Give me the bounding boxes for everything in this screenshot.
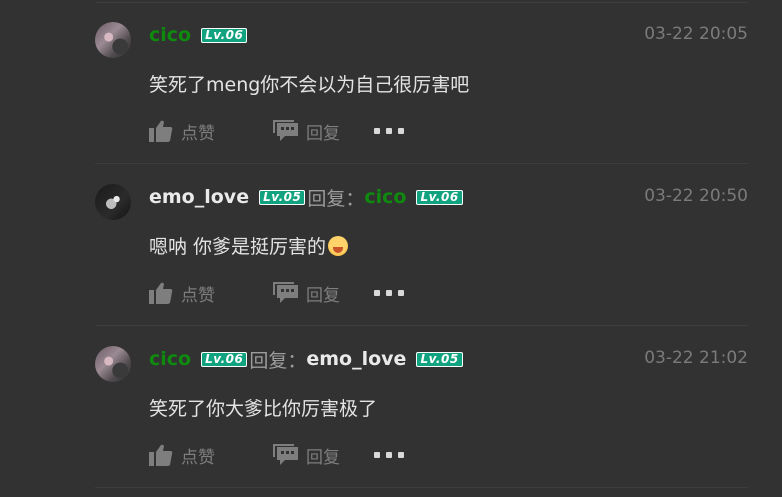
avatar[interactable] bbox=[95, 346, 131, 382]
comment-icon bbox=[273, 120, 298, 141]
like-label: 点赞 bbox=[181, 285, 215, 306]
more-dot bbox=[386, 452, 392, 458]
more-dots-icon[interactable] bbox=[374, 452, 404, 458]
comment-item: emo_love Lv.05 回复： cico Lv.06 03-22 20:5… bbox=[0, 162, 782, 324]
comment-icon bbox=[273, 282, 298, 303]
more-dot bbox=[398, 290, 404, 296]
reply-label: 回复 bbox=[306, 123, 340, 144]
comment-text: 嗯呐 你爹是挺厉害的 bbox=[149, 232, 349, 259]
avatar[interactable] bbox=[95, 22, 131, 58]
comment-text: 笑死了你大爹比你厉害极了 bbox=[149, 398, 378, 420]
reply-button[interactable]: 回复 bbox=[273, 119, 340, 144]
reply-button[interactable]: 回复 bbox=[273, 281, 340, 306]
more-dots-icon[interactable] bbox=[374, 128, 404, 134]
comment-header: emo_love Lv.05 回复： cico Lv.06 bbox=[149, 184, 463, 210]
level-badge: Lv.06 bbox=[201, 351, 248, 367]
reply-label: 回复 bbox=[306, 285, 340, 306]
username[interactable]: cico bbox=[149, 348, 191, 370]
timestamp: 03-22 20:05 bbox=[644, 24, 748, 44]
comment-header: cico Lv.06 bbox=[149, 22, 248, 48]
blushing-smile-emoji-icon bbox=[328, 236, 349, 256]
reply-button[interactable]: 回复 bbox=[273, 443, 340, 468]
comment-actions: 点赞 回复 bbox=[149, 118, 404, 144]
like-button[interactable]: 点赞 bbox=[149, 443, 215, 468]
username[interactable]: emo_love bbox=[149, 186, 249, 208]
timestamp: 03-22 20:50 bbox=[644, 186, 748, 206]
more-dot bbox=[386, 128, 392, 134]
reply-to-username[interactable]: emo_love bbox=[306, 348, 406, 370]
like-label: 点赞 bbox=[181, 447, 215, 468]
level-badge: Lv.06 bbox=[416, 189, 463, 205]
comment-header: cico Lv.06 回复： emo_love Lv.05 bbox=[149, 346, 463, 372]
comment-actions: 点赞 回复 bbox=[149, 442, 404, 468]
level-badge: Lv.05 bbox=[259, 189, 306, 205]
reply-to-username[interactable]: cico bbox=[364, 186, 406, 208]
like-button[interactable]: 点赞 bbox=[149, 281, 215, 306]
comment-item: cico Lv.06 回复： emo_love Lv.05 03-22 21:0… bbox=[0, 324, 782, 486]
timestamp: 03-22 21:02 bbox=[644, 348, 748, 368]
thumbs-up-icon bbox=[149, 120, 173, 142]
more-dot bbox=[374, 290, 380, 296]
username[interactable]: cico bbox=[149, 24, 191, 46]
thumbs-up-icon bbox=[149, 282, 173, 304]
level-badge: Lv.05 bbox=[416, 351, 463, 367]
like-label: 点赞 bbox=[181, 123, 215, 144]
comment-item: cico Lv.06 03-22 20:05 笑死了meng你不会以为自己很厉害… bbox=[0, 0, 782, 162]
reply-label: 回复 bbox=[306, 447, 340, 468]
thumbs-up-icon bbox=[149, 444, 173, 466]
comment-icon bbox=[273, 444, 298, 465]
more-dot bbox=[386, 290, 392, 296]
more-dot bbox=[398, 452, 404, 458]
avatar[interactable] bbox=[95, 184, 131, 220]
comment-text: 笑死了meng你不会以为自己很厉害吧 bbox=[149, 74, 470, 96]
comment-actions: 点赞 回复 bbox=[149, 280, 404, 306]
more-dot bbox=[374, 128, 380, 134]
reply-indicator: 回复： bbox=[307, 187, 365, 210]
like-button[interactable]: 点赞 bbox=[149, 119, 215, 144]
more-dots-icon[interactable] bbox=[374, 290, 404, 296]
more-dot bbox=[374, 452, 380, 458]
reply-indicator: 回复： bbox=[249, 349, 307, 372]
divider bbox=[95, 487, 748, 488]
more-dot bbox=[398, 128, 404, 134]
comment-text-content: 嗯呐 你爹是挺厉害的 bbox=[149, 236, 327, 258]
level-badge: Lv.06 bbox=[201, 27, 248, 43]
comment-thread: cico Lv.06 03-22 20:05 笑死了meng你不会以为自己很厉害… bbox=[0, 0, 782, 497]
